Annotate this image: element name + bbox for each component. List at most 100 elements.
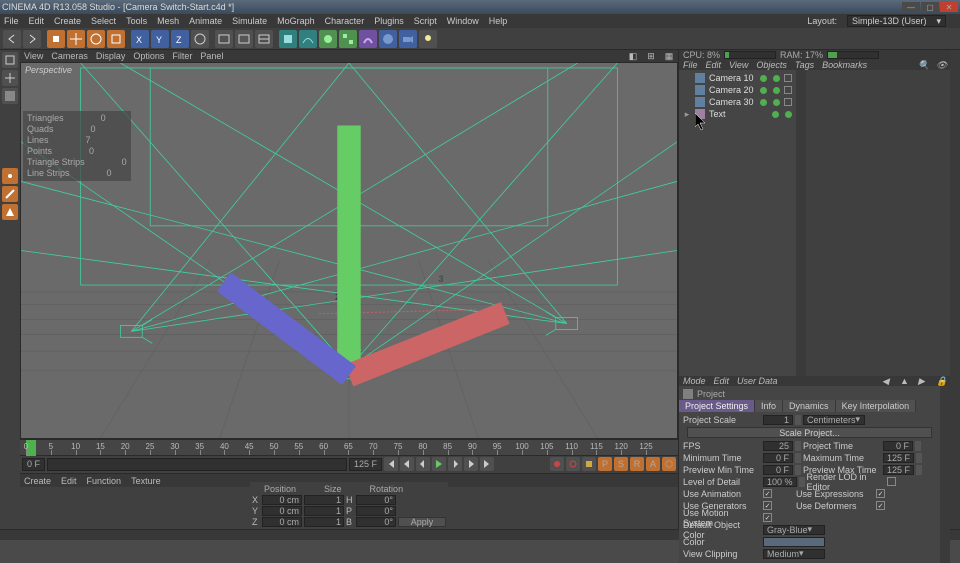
obj-menu-bookmarks[interactable]: Bookmarks <box>822 60 867 70</box>
render-view-icon[interactable] <box>215 30 233 48</box>
move-tool-icon[interactable] <box>67 30 85 48</box>
menu-select[interactable]: Select <box>91 16 116 26</box>
tab-key-interpolation[interactable]: Key Interpolation <box>836 400 917 412</box>
menu-character[interactable]: Character <box>325 16 365 26</box>
timeline-start-field[interactable]: 0 F <box>22 458 45 471</box>
timeline-ruler[interactable]: 0510152025303540455055606570758085909510… <box>20 440 678 456</box>
array-icon[interactable] <box>339 30 357 48</box>
visibility-dot[interactable] <box>760 75 767 82</box>
redo-icon[interactable] <box>23 30 41 48</box>
menu-file[interactable]: File <box>4 16 19 26</box>
tab-info[interactable]: Info <box>755 400 783 412</box>
search-icon[interactable]: 🔍 <box>918 60 928 70</box>
point-mode-icon[interactable] <box>2 168 18 184</box>
menu-help[interactable]: Help <box>489 16 508 26</box>
nav-fwd-icon[interactable]: ▶ <box>918 376 928 386</box>
object-row[interactable]: Camera 20 <box>679 84 796 96</box>
vp-nav-icon[interactable]: ◧ <box>628 51 638 61</box>
obj-menu-tags[interactable]: Tags <box>795 60 814 70</box>
camera-icon[interactable] <box>399 30 417 48</box>
light-icon[interactable] <box>419 30 437 48</box>
goto-end-icon[interactable] <box>480 457 494 471</box>
eye-icon[interactable]: 👁 <box>936 60 946 70</box>
max-time-field[interactable]: 125 F <box>883 453 914 463</box>
scrollbar[interactable] <box>796 70 806 376</box>
nav-up-icon[interactable]: ▲ <box>900 376 910 386</box>
attr-menu-edit[interactable]: Edit <box>714 376 730 386</box>
menu-simulate[interactable]: Simulate <box>232 16 267 26</box>
poly-mode-icon[interactable] <box>2 204 18 220</box>
next-key-icon[interactable] <box>464 457 478 471</box>
tab-project-settings[interactable]: Project Settings <box>679 400 755 412</box>
obj-menu-objects[interactable]: Objects <box>756 60 787 70</box>
preview-max-field[interactable]: 125 F <box>883 465 914 475</box>
select-tool-icon[interactable] <box>47 30 65 48</box>
model-mode-icon[interactable] <box>2 52 18 68</box>
key-param-icon[interactable]: A <box>646 457 660 471</box>
menu-plugins[interactable]: Plugins <box>374 16 404 26</box>
goto-start-icon[interactable] <box>384 457 398 471</box>
key-pos-icon[interactable]: P <box>598 457 612 471</box>
size-y-field[interactable]: 1 <box>304 506 344 516</box>
lod-field[interactable]: 100 % <box>763 477 797 487</box>
expand-icon[interactable]: ▸ <box>683 109 691 120</box>
render-dot[interactable] <box>773 99 780 106</box>
vp-menu-cameras[interactable]: Cameras <box>51 51 88 61</box>
nurbs-icon[interactable] <box>319 30 337 48</box>
next-frame-icon[interactable] <box>448 457 462 471</box>
primitive-icon[interactable] <box>279 30 297 48</box>
default-color-dropdown[interactable]: Gray-Blue ▾ <box>763 525 825 535</box>
vp-menu-filter[interactable]: Filter <box>172 51 192 61</box>
timeline-end-field[interactable]: 125 F <box>349 458 382 471</box>
use-expressions-checkbox[interactable] <box>876 489 885 498</box>
autokey-button[interactable] <box>566 457 580 471</box>
undo-icon[interactable] <box>3 30 21 48</box>
render-dot[interactable] <box>773 75 780 82</box>
preview-min-field[interactable]: 0 F <box>763 465 793 475</box>
record-button[interactable] <box>550 457 564 471</box>
min-time-field[interactable]: 0 F <box>763 453 793 463</box>
render-settings-icon[interactable] <box>255 30 273 48</box>
texture-mode-icon[interactable] <box>2 88 18 104</box>
object-axis-icon[interactable] <box>2 70 18 86</box>
pos-z-field[interactable]: 0 cm <box>262 517 302 527</box>
render-lod-checkbox[interactable] <box>887 477 896 486</box>
project-time-field[interactable]: 0 F <box>883 441 913 451</box>
obj-menu-view[interactable]: View <box>729 60 748 70</box>
obj-menu-edit[interactable]: Edit <box>706 60 722 70</box>
visibility-dot[interactable] <box>760 99 767 106</box>
menu-mesh[interactable]: Mesh <box>157 16 179 26</box>
visibility-dot[interactable] <box>772 111 779 118</box>
axis-y-icon[interactable]: Y <box>151 30 169 48</box>
layout-dropdown[interactable]: Simple-13D (User) ▾ <box>847 15 946 27</box>
window-minimize-button[interactable]: — <box>902 2 920 12</box>
render-dot[interactable] <box>785 111 792 118</box>
key-rot-icon[interactable]: R <box>630 457 644 471</box>
rotate-tool-icon[interactable] <box>87 30 105 48</box>
use-generators-checkbox[interactable] <box>763 501 772 510</box>
pos-x-field[interactable]: 0 cm <box>262 495 302 505</box>
vp-nav-icon[interactable]: ⊞ <box>646 51 656 61</box>
keyframe-sel-icon[interactable] <box>582 457 596 471</box>
spline-icon[interactable] <box>299 30 317 48</box>
visibility-dot[interactable] <box>760 87 767 94</box>
apply-button[interactable]: Apply <box>398 517 446 527</box>
tag-icon[interactable] <box>784 74 792 82</box>
scale-tool-icon[interactable] <box>107 30 125 48</box>
menu-window[interactable]: Window <box>447 16 479 26</box>
size-x-field[interactable]: 1 <box>304 495 344 505</box>
nav-back-icon[interactable]: ◀ <box>882 376 892 386</box>
size-z-field[interactable]: 1 <box>304 517 344 527</box>
rot-p-field[interactable]: 0° <box>356 506 396 516</box>
object-row[interactable]: Camera 10 <box>679 72 796 84</box>
coord-system-icon[interactable] <box>191 30 209 48</box>
use-deformers-checkbox[interactable] <box>876 501 885 510</box>
menu-create[interactable]: Create <box>54 16 81 26</box>
axis-z-icon[interactable]: Z <box>171 30 189 48</box>
key-scale-icon[interactable]: S <box>614 457 628 471</box>
rot-h-field[interactable]: 0° <box>356 495 396 505</box>
attr-menu-userdata[interactable]: User Data <box>737 376 778 386</box>
tab-dynamics[interactable]: Dynamics <box>783 400 836 412</box>
color-swatch[interactable] <box>763 537 825 547</box>
obj-menu-file[interactable]: File <box>683 60 698 70</box>
